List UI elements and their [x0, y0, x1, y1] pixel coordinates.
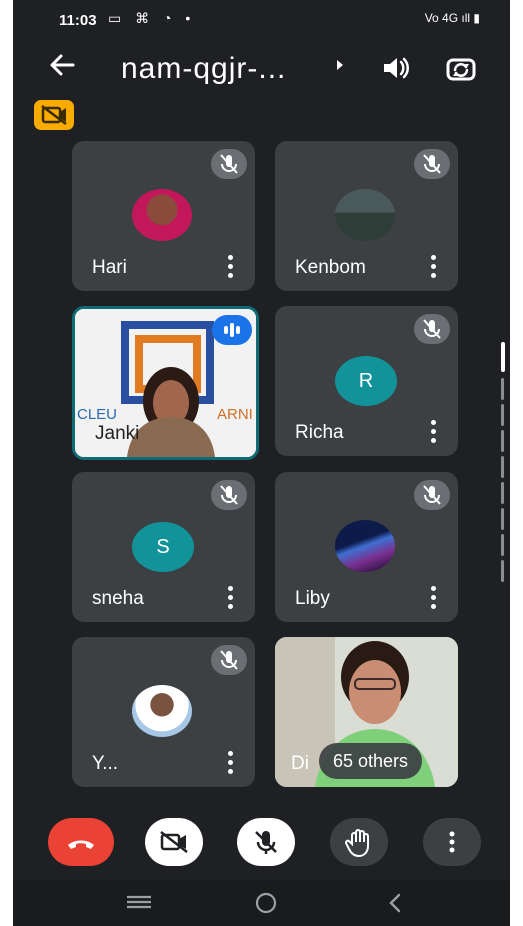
scrollbar-thumb[interactable]	[501, 342, 505, 372]
participant-name: Liby	[295, 588, 330, 609]
mic-muted-icon	[414, 480, 450, 510]
scrollbar-segment	[501, 508, 504, 530]
mic-muted-icon	[414, 149, 450, 179]
mic-off-icon	[255, 831, 277, 854]
participant-name: Kenbom	[295, 257, 366, 278]
more-vert-icon[interactable]	[225, 586, 235, 610]
camera-off-indicator-icon	[34, 100, 74, 130]
recents-icon[interactable]	[125, 890, 153, 919]
avatar-letter: S	[132, 522, 194, 572]
mic-muted-icon	[414, 314, 450, 344]
avatar-letter: R	[335, 356, 397, 406]
participant-avatar	[132, 685, 192, 737]
notification-icons: ▭ ⌘ ◔ •	[108, 10, 196, 26]
phone-screen: 11:03 ▭ ⌘ ◔ • Vo 4G ıll ▮ nam-qgjr-... H…	[13, 0, 510, 926]
more-vert-icon[interactable]	[225, 255, 235, 279]
meeting-top-bar: nam-qgjr-...	[13, 40, 510, 96]
signal-battery-icons: Vo 4G ıll ▮	[424, 11, 480, 25]
raise-hand-icon	[345, 829, 369, 858]
caret-right-icon[interactable]	[335, 58, 345, 75]
participant-tile[interactable]: Liby	[275, 472, 458, 622]
more-vert-icon[interactable]	[428, 586, 438, 610]
others-count-badge[interactable]: 65 others	[319, 743, 423, 779]
participant-name: Janki	[95, 423, 140, 444]
participant-tile[interactable]: R Richa	[275, 306, 458, 456]
end-call-button[interactable]	[48, 818, 114, 866]
mic-muted-icon	[211, 149, 247, 179]
participant-tile[interactable]: Kenbom	[275, 141, 458, 291]
scrollbar-segment	[501, 534, 504, 556]
raise-hand-button[interactable]	[330, 818, 388, 866]
speaker-icon[interactable]	[381, 54, 411, 87]
meeting-code-title[interactable]: nam-qgjr-...	[121, 52, 286, 86]
back-icon[interactable]	[385, 890, 405, 921]
camera-off-icon	[160, 831, 188, 853]
participant-avatar	[335, 189, 395, 241]
scrollbar-segment	[501, 560, 504, 582]
more-options-button[interactable]	[423, 818, 481, 866]
scrollbar-segment	[501, 482, 504, 504]
system-nav-bar	[13, 880, 510, 926]
participant-name: sneha	[92, 588, 144, 609]
scrollbar-segment	[501, 404, 504, 426]
participant-tile-active-speaker[interactable]: CLEU ARNI Janki	[72, 306, 259, 460]
more-vert-icon[interactable]	[225, 751, 235, 775]
participant-avatar	[335, 520, 395, 572]
svg-text:CLEU: CLEU	[77, 406, 117, 423]
mic-toggle-button[interactable]	[237, 818, 295, 866]
scrollbar-segment	[501, 378, 504, 400]
participant-avatar	[132, 189, 192, 241]
participant-name: Hari	[92, 257, 127, 278]
status-bar: 11:03 ▭ ⌘ ◔ • Vo 4G ıll ▮	[13, 0, 510, 40]
others-tile[interactable]: Di 65 others	[275, 637, 458, 787]
scrollbar-segment	[501, 430, 504, 452]
end-call-icon	[68, 840, 94, 849]
mic-muted-icon	[211, 480, 247, 510]
participant-tile[interactable]: Y...	[72, 637, 255, 787]
home-icon[interactable]	[253, 890, 279, 921]
participant-name: Di	[291, 753, 309, 774]
participant-tile[interactable]: S sneha	[72, 472, 255, 622]
speaking-indicator-icon	[212, 315, 252, 345]
participant-tile[interactable]: Hari	[72, 141, 255, 291]
mic-muted-icon	[211, 645, 247, 675]
svg-text:ARNI: ARNI	[217, 406, 253, 423]
switch-camera-icon[interactable]	[445, 54, 477, 87]
status-time: 11:03	[59, 12, 97, 29]
participant-name: Richa	[295, 422, 344, 443]
more-vert-icon[interactable]	[428, 255, 438, 279]
more-vert-icon[interactable]	[428, 420, 438, 444]
more-vert-icon	[449, 831, 455, 853]
back-arrow-icon[interactable]	[47, 50, 77, 86]
scrollbar-segment	[501, 456, 504, 478]
camera-toggle-button[interactable]	[145, 818, 203, 866]
participant-name: Y...	[92, 753, 119, 774]
